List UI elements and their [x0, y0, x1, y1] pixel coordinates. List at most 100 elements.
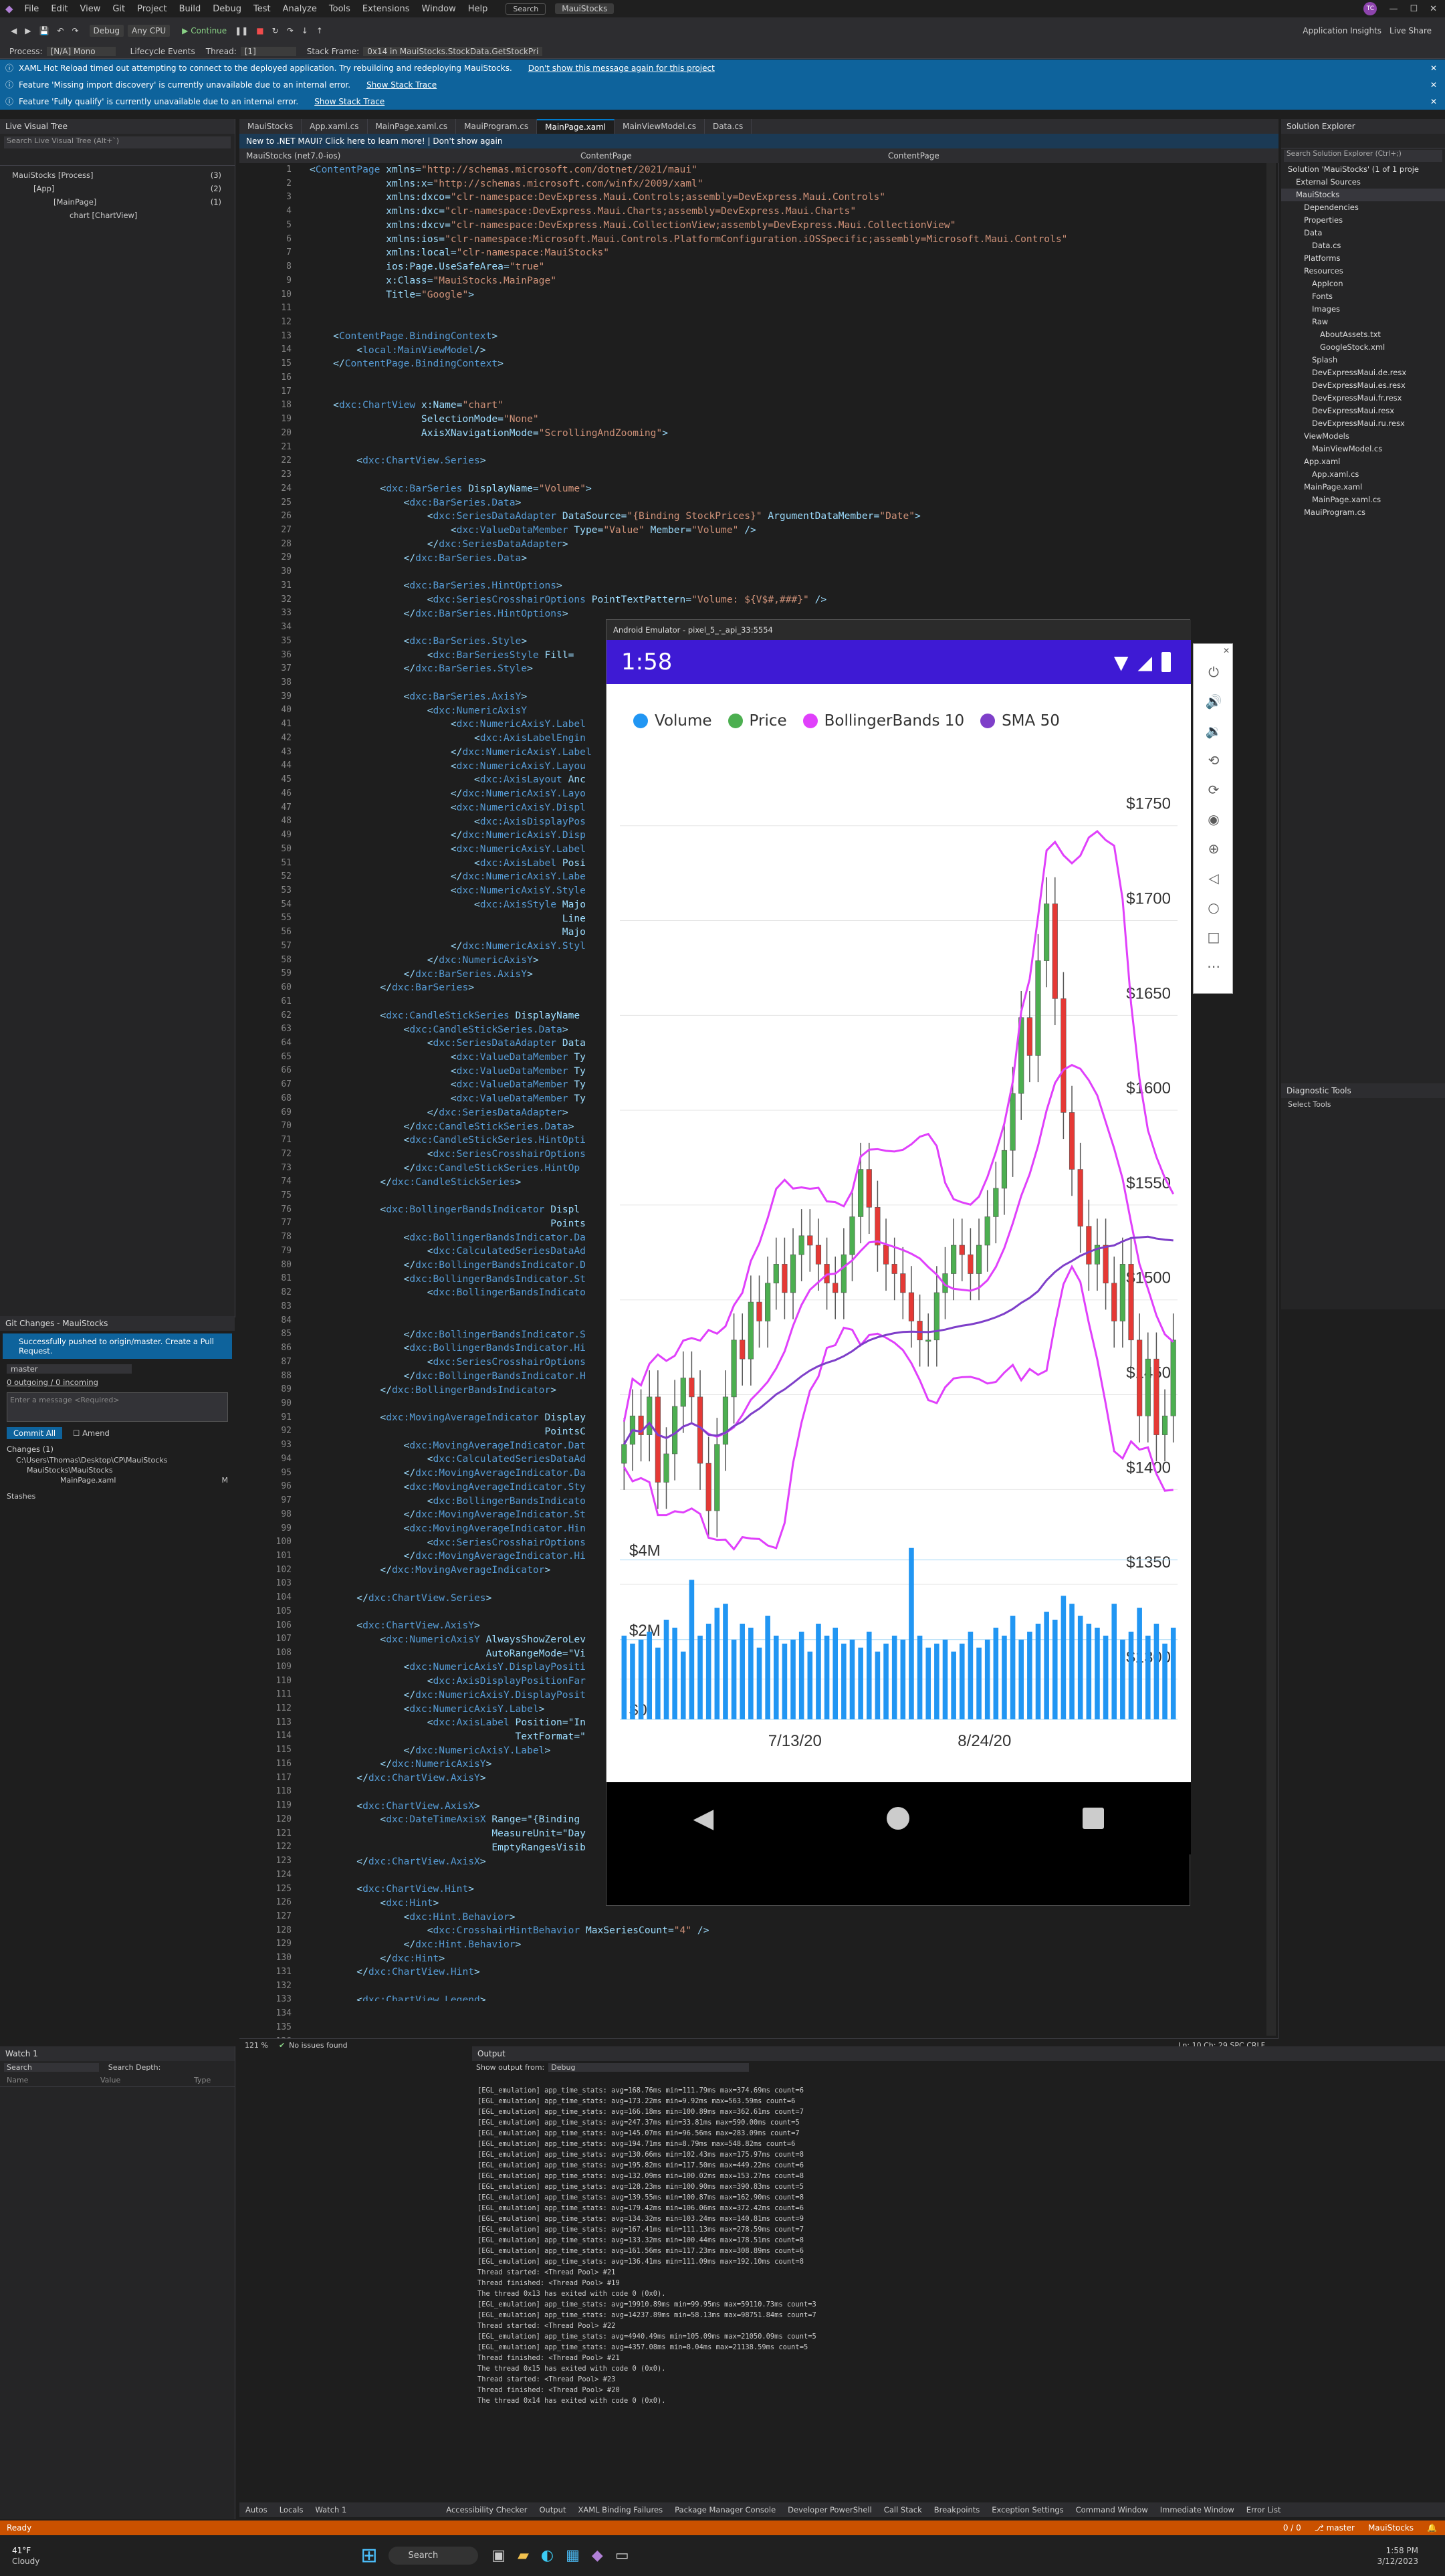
- home-icon[interactable]: ○: [1194, 893, 1234, 922]
- solution-item[interactable]: MainPage.xaml: [1281, 481, 1445, 494]
- tree-item[interactable]: [MainPage] (1): [0, 195, 235, 209]
- menu-item[interactable]: Tools: [329, 4, 350, 14]
- power-icon[interactable]: ⏻: [1194, 657, 1234, 687]
- forward-icon[interactable]: ▶: [21, 25, 35, 37]
- issues-status[interactable]: No issues found: [289, 2041, 347, 2050]
- bottom-tab[interactable]: Call Stack: [884, 2505, 922, 2514]
- menu-item[interactable]: Window: [422, 4, 456, 14]
- solution-item[interactable]: Properties: [1281, 214, 1445, 227]
- solution-item[interactable]: Fonts: [1281, 290, 1445, 303]
- editor-tab[interactable]: MainViewModel.cs: [615, 119, 705, 134]
- search-box[interactable]: Search: [506, 3, 546, 15]
- back-icon[interactable]: ◁: [1194, 863, 1234, 893]
- solution-item[interactable]: Images: [1281, 303, 1445, 316]
- solution-item[interactable]: ViewModels: [1281, 430, 1445, 443]
- recents-nav-icon[interactable]: [1083, 1808, 1105, 1829]
- bottom-tab[interactable]: XAML Binding Failures: [578, 2505, 663, 2514]
- watch-search[interactable]: Search: [4, 2063, 99, 2072]
- code-line[interactable]: [310, 316, 1272, 330]
- code-line[interactable]: </ContentPage.BindingContext>: [310, 357, 1272, 371]
- infobar-link[interactable]: Show Stack Trace: [314, 97, 384, 106]
- close-icon[interactable]: ✕: [1194, 644, 1234, 657]
- menu-item[interactable]: Analyze: [283, 4, 317, 14]
- editor-scrollbar[interactable]: [1266, 163, 1276, 2036]
- code-line[interactable]: <ContentPage.BindingContext>: [310, 330, 1272, 344]
- code-line[interactable]: SelectionMode="None": [310, 413, 1272, 427]
- code-line[interactable]: xmlns:x="http://schemas.microsoft.com/wi…: [310, 177, 1272, 191]
- solution-item[interactable]: MainPage.xaml.cs: [1281, 494, 1445, 506]
- zoom-level[interactable]: 121 %: [245, 2041, 268, 2050]
- back-icon[interactable]: ◀: [7, 25, 21, 37]
- code-line[interactable]: <local:MainViewModel/>: [310, 344, 1272, 358]
- commit-all-button[interactable]: Commit All: [7, 1427, 63, 1439]
- repo-status[interactable]: MauiStocks: [1368, 2523, 1414, 2533]
- redo-icon[interactable]: ↷: [68, 25, 82, 37]
- store-icon[interactable]: ▦: [566, 2547, 580, 2564]
- rotate-right-icon[interactable]: ⟳: [1194, 775, 1234, 804]
- search-box[interactable]: Search: [388, 2547, 479, 2565]
- zoom-icon[interactable]: ⊕: [1194, 834, 1234, 863]
- live-share-button[interactable]: Live Share: [1385, 25, 1436, 37]
- code-line[interactable]: </dxc:Hint>: [310, 1952, 1272, 1966]
- git-counter[interactable]: 0 / 0: [1283, 2523, 1301, 2533]
- editor-tab[interactable]: MainPage.xaml: [537, 119, 615, 134]
- visual-studio-icon[interactable]: ◆: [592, 2547, 603, 2564]
- close-icon[interactable]: ✕: [1430, 80, 1437, 90]
- bottom-tab[interactable]: Breakpoints: [934, 2505, 980, 2514]
- code-line[interactable]: <dxc:ChartView.Series>: [310, 454, 1272, 468]
- menu-item[interactable]: Build: [179, 4, 201, 14]
- rotate-left-icon[interactable]: ⟲: [1194, 746, 1234, 775]
- code-line[interactable]: xmlns:dxc="clr-namespace:DevExpress.Maui…: [310, 205, 1272, 219]
- select-tools-dropdown[interactable]: Select Tools: [1281, 1098, 1445, 1111]
- bottom-tab[interactable]: Accessibility Checker: [446, 2505, 527, 2514]
- solution-item[interactable]: MainViewModel.cs: [1281, 443, 1445, 455]
- back-nav-icon[interactable]: ◀: [693, 1803, 714, 1834]
- code-line[interactable]: <dxc:ChartView x:Name="chart": [310, 399, 1272, 413]
- search-input[interactable]: Search Solution Explorer (Ctrl+;): [1284, 150, 1442, 162]
- minimize-icon[interactable]: —: [1389, 4, 1398, 14]
- step-out-icon[interactable]: ↑: [312, 25, 327, 37]
- code-line[interactable]: [310, 385, 1272, 399]
- code-line[interactable]: <dxc:ChartView.Legend>: [310, 1994, 1272, 2001]
- tree-item[interactable]: chart [ChartView]: [0, 209, 235, 222]
- code-line[interactable]: <ContentPage xmlns="http://schemas.micro…: [310, 163, 1272, 177]
- solution-item[interactable]: Splash: [1281, 354, 1445, 366]
- solution-item[interactable]: DevExpressMaui.fr.resx: [1281, 392, 1445, 405]
- code-line[interactable]: <dxc:Hint.Behavior>: [310, 1911, 1272, 1925]
- continue-button[interactable]: ▶ Continue: [178, 25, 231, 37]
- sync-link[interactable]: 0 outgoing / 0 incoming: [0, 1376, 235, 1388]
- code-line[interactable]: </dxc:BarSeries.Data>: [310, 552, 1272, 566]
- solution-item[interactable]: DevExpressMaui.ru.resx: [1281, 417, 1445, 430]
- step-over-icon[interactable]: ↷: [283, 25, 298, 37]
- change-path[interactable]: C:\Users\Thomas\Desktop\CP\MauiStocks: [0, 1455, 235, 1465]
- solution-item[interactable]: MauiProgram.cs: [1281, 506, 1445, 519]
- code-line[interactable]: xmlns:dxco="clr-namespace:DevExpress.Mau…: [310, 191, 1272, 205]
- code-line[interactable]: xmlns:dxcv="clr-namespace:DevExpress.Mau…: [310, 219, 1272, 233]
- bottom-tab[interactable]: Locals: [280, 2505, 304, 2514]
- code-line[interactable]: </dxc:SeriesDataAdapter>: [310, 538, 1272, 552]
- thread-select[interactable]: [1]: [240, 46, 296, 56]
- more-icon[interactable]: ⋯: [1194, 952, 1234, 981]
- solution-item[interactable]: Dependencies: [1281, 201, 1445, 214]
- code-line[interactable]: [310, 565, 1272, 579]
- changes-header[interactable]: Changes (1): [0, 1440, 235, 1455]
- commit-message-input[interactable]: Enter a message <Required>: [7, 1392, 228, 1422]
- menu-item[interactable]: File: [25, 4, 39, 14]
- restart-icon[interactable]: ↻: [268, 25, 283, 37]
- terminal-icon[interactable]: ▭: [615, 2547, 629, 2564]
- type-dropdown[interactable]: ContentPage: [580, 151, 888, 160]
- code-line[interactable]: Title="Google">: [310, 288, 1272, 302]
- close-icon[interactable]: ✕: [1430, 64, 1437, 73]
- start-icon[interactable]: ⊞: [360, 2544, 377, 2567]
- code-line[interactable]: [310, 1979, 1272, 1994]
- camera-icon[interactable]: ◉: [1194, 804, 1234, 834]
- menu-item[interactable]: Git: [112, 4, 125, 14]
- search-input[interactable]: Search Live Visual Tree (Alt+`): [4, 136, 231, 148]
- editor-tab[interactable]: MainPage.xaml.cs: [368, 119, 457, 134]
- stock-chart[interactable]: Volume Price BollingerBands 10 SMA 50 $1…: [606, 684, 1191, 1782]
- output-text[interactable]: [EGL_emulation] app_time_stats: avg=168.…: [477, 2085, 1434, 2500]
- code-line[interactable]: [310, 441, 1272, 455]
- bottom-tab[interactable]: Immediate Window: [1160, 2505, 1234, 2514]
- editor-tab[interactable]: MauiStocks: [239, 119, 302, 134]
- menu-item[interactable]: Project: [137, 4, 166, 14]
